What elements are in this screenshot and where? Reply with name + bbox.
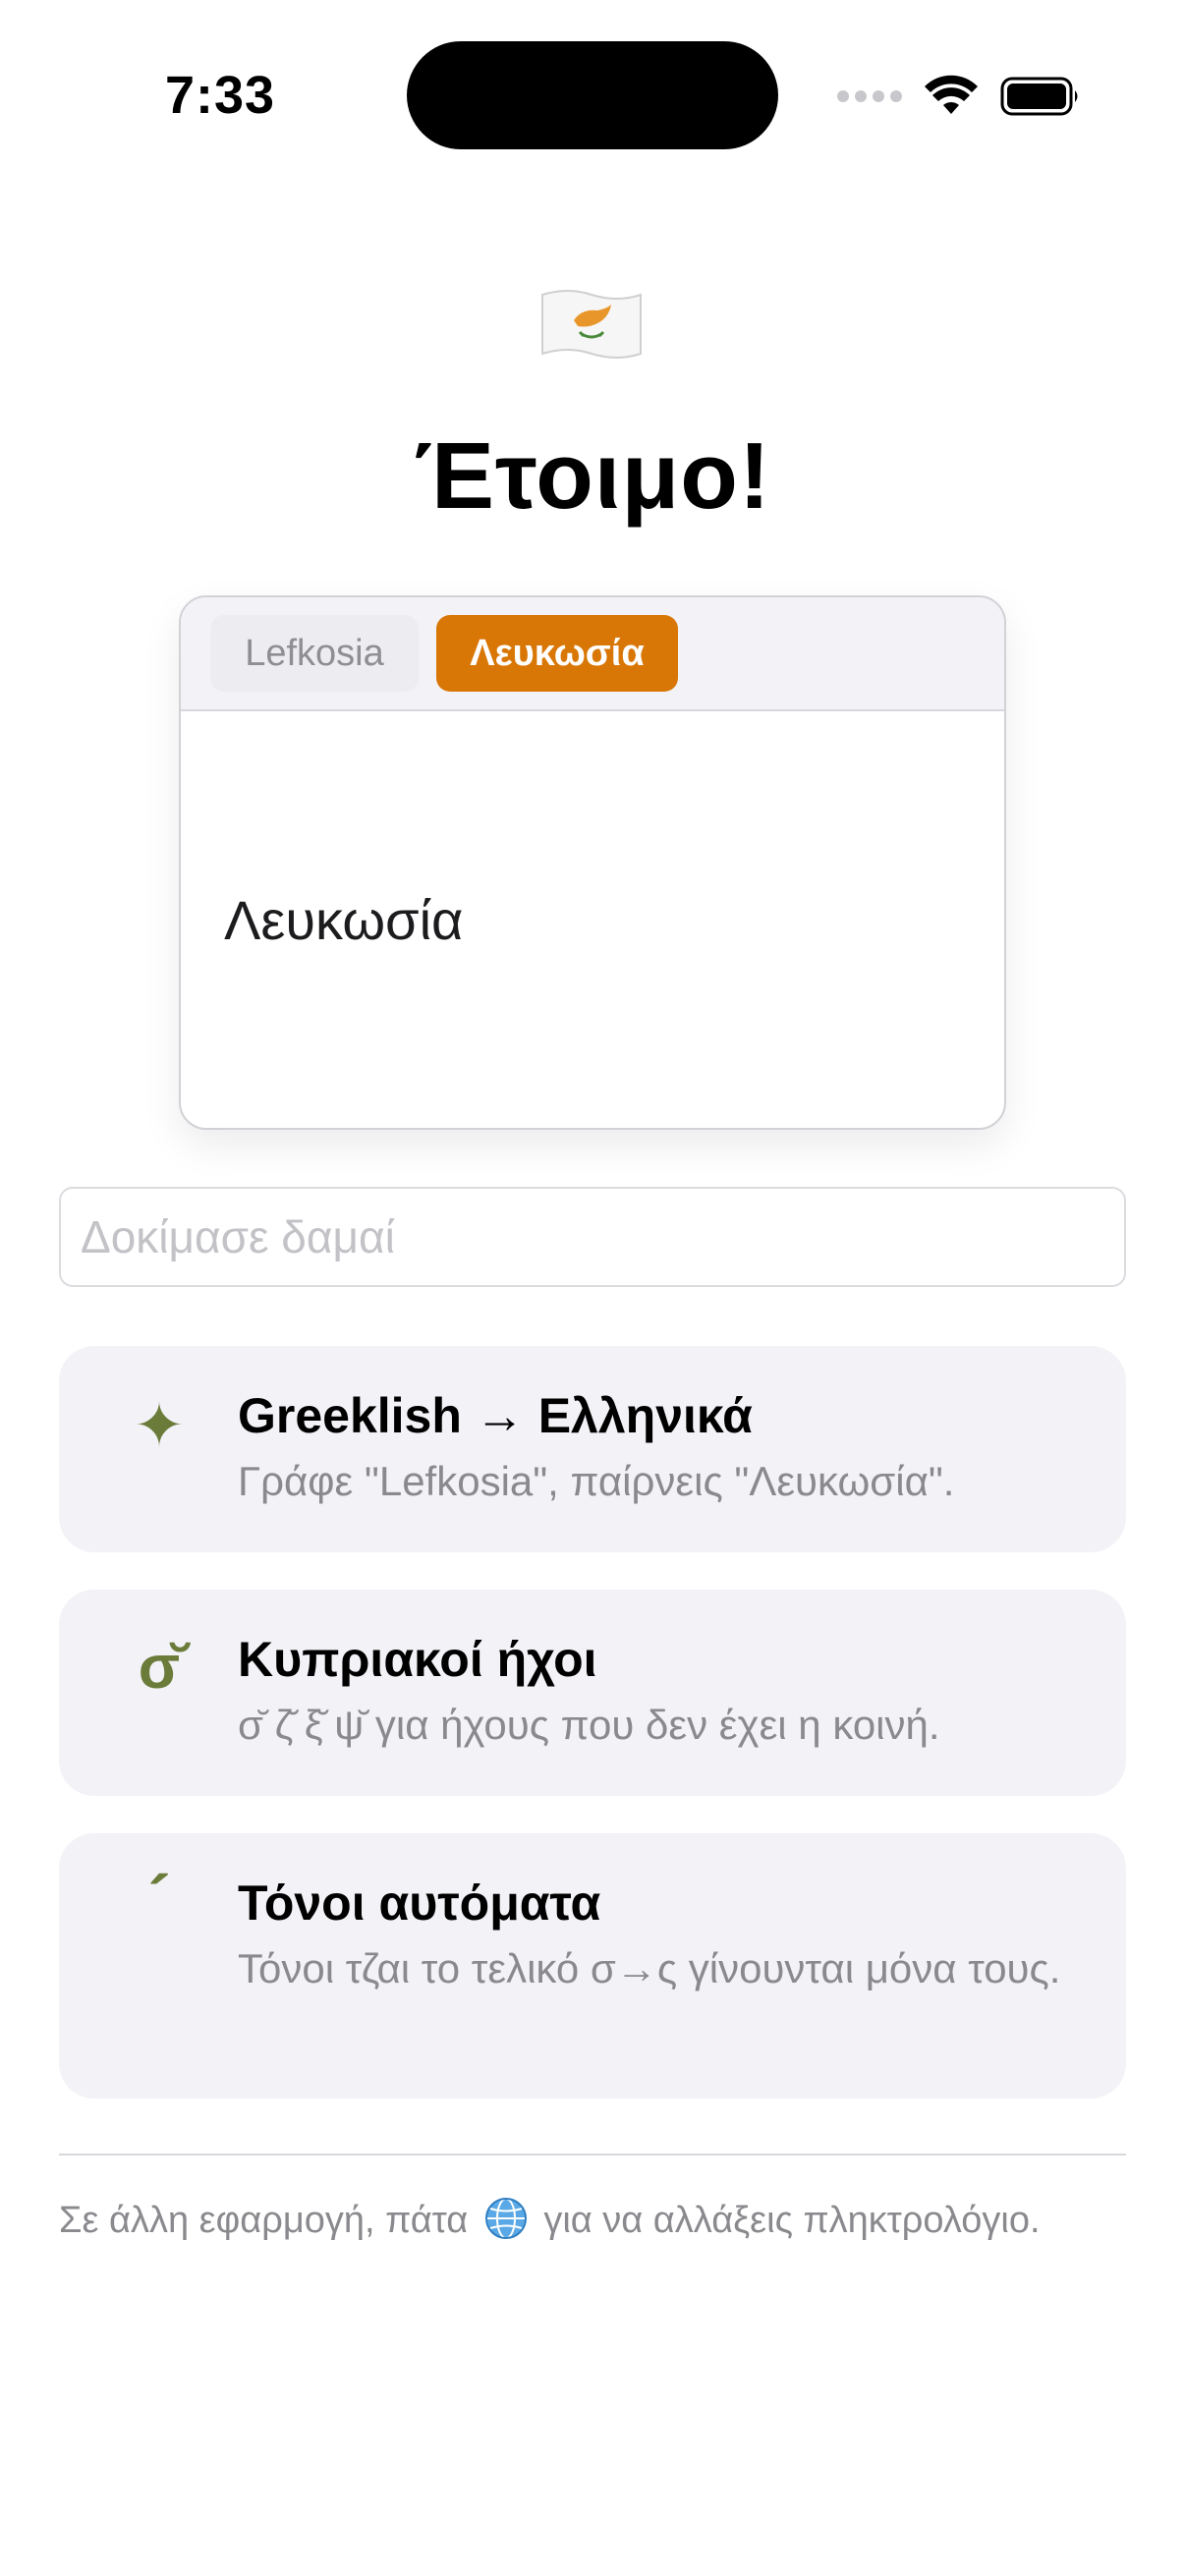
feature-title: Κυπριακοί ήχοι [238,1632,597,1687]
dynamic-island [407,41,778,149]
feature-card-auto-accents: ´ Τόνοι αυτόματα Τόνοι τζαι το τελικό σ→… [59,1833,1126,2099]
preview-tab-bar: Lefkosia Λευκωσία [181,597,1004,711]
footer-hint: Σε άλλη εφαρμογή, πάτα για να αλλάξεις π… [59,2197,1140,2250]
feature-card-cypriot-sounds: σ̆ Κυπριακοί ήχοι σ̆ ζ̆ ξ̆ ψ̆ για ήχους … [59,1590,1126,1796]
accent-icon: ´ [147,1862,171,1938]
status-time: 7:33 [165,66,276,125]
cellular-signal-icon [837,90,902,102]
breve-sigma-icon: σ̆ [138,1634,181,1702]
preview-output-text: Λευκωσία [224,889,464,951]
status-icons [837,73,1081,120]
feature-description: Τόνοι τζαι το τελικό σ→ς γίνουνται μόνα … [238,1945,1061,1991]
battery-icon [1000,76,1081,117]
wifi-icon [924,75,979,118]
cyprus-flag-icon [538,287,645,362]
tab-greek[interactable]: Λευκωσία [436,615,678,692]
feature-description: Γράφε "Lefkosia", παίρνεις "Λευκωσία". [238,1458,955,1504]
tab-greeklish[interactable]: Lefkosia [210,615,419,692]
globe-icon [484,2197,528,2250]
feature-title: Τόνοι αυτόματα [238,1876,601,1931]
preview-card: Lefkosia Λευκωσία Λευκωσία [179,595,1006,1130]
try-input[interactable] [59,1187,1126,1287]
page-title: Έτοιμο! [414,423,771,529]
footer-text-before: Σε άλλη εφαρμογή, πάτα [59,2200,469,2241]
feature-card-greeklish: ✦ Greeklish → Ελληνικά Γράφε "Lefkosia",… [59,1346,1126,1552]
footer-text-after: για να αλλάξεις πληκτρολόγιο. [543,2200,1041,2241]
feature-title: Greeklish → Ελληνικά [238,1388,753,1443]
status-bar: 7:33 [0,0,1185,196]
feature-description: σ̆ ζ̆ ξ̆ ψ̆ για ήχους που δεν έχει η κοι… [238,1702,940,1748]
divider [59,2154,1126,2156]
sparkle-icon: ✦ [134,1392,185,1460]
